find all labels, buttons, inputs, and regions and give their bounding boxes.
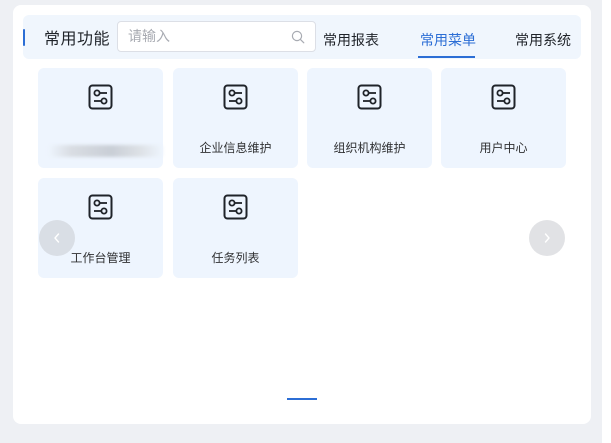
common-functions-card: 常用功能 常用报表 常用菜单 常用系统 — [13, 5, 591, 424]
settings-sliders-icon — [223, 194, 248, 220]
settings-sliders-icon — [491, 84, 516, 110]
adjacent-panel-edge — [602, 0, 611, 443]
settings-sliders-icon — [223, 84, 248, 110]
card-title: 常用功能 — [44, 29, 111, 48]
tab-common-systems[interactable]: 常用系统 — [515, 30, 571, 50]
header-accent-bar — [23, 29, 25, 46]
tile-label: 任务列表 — [211, 251, 260, 265]
menu-tile-task-list[interactable]: 任务列表 — [173, 178, 298, 278]
tile-label: 企业信息维护 — [199, 141, 272, 155]
carousel-next-button[interactable] — [529, 220, 565, 256]
tile-label-obscured — [48, 145, 163, 157]
carousel-prev-button[interactable] — [39, 220, 75, 256]
active-tab-indicator — [418, 56, 475, 58]
search-input[interactable] — [128, 22, 288, 51]
search-icon[interactable] — [291, 30, 305, 44]
menu-tile-org-structure[interactable]: 组织机构维护 — [307, 68, 432, 168]
tile-label: 组织机构维护 — [333, 141, 406, 155]
menu-tile-enterprise-info[interactable]: 企业信息维护 — [173, 68, 298, 168]
menu-tile-obscured[interactable] — [38, 68, 163, 168]
settings-sliders-icon — [357, 84, 382, 110]
tab-common-menus[interactable]: 常用菜单 — [420, 30, 476, 50]
settings-sliders-icon — [88, 194, 113, 220]
chevron-right-icon — [544, 233, 550, 243]
card-header: 常用功能 常用报表 常用菜单 常用系统 — [23, 15, 581, 59]
settings-sliders-icon — [88, 84, 113, 110]
search-box[interactable] — [117, 21, 316, 52]
tile-label: 用户中心 — [479, 141, 528, 155]
chevron-left-icon — [54, 233, 60, 243]
tab-common-reports[interactable]: 常用报表 — [323, 30, 379, 50]
menu-tile-user-center[interactable]: 用户中心 — [441, 68, 566, 168]
carousel-page-indicator[interactable] — [287, 398, 317, 400]
